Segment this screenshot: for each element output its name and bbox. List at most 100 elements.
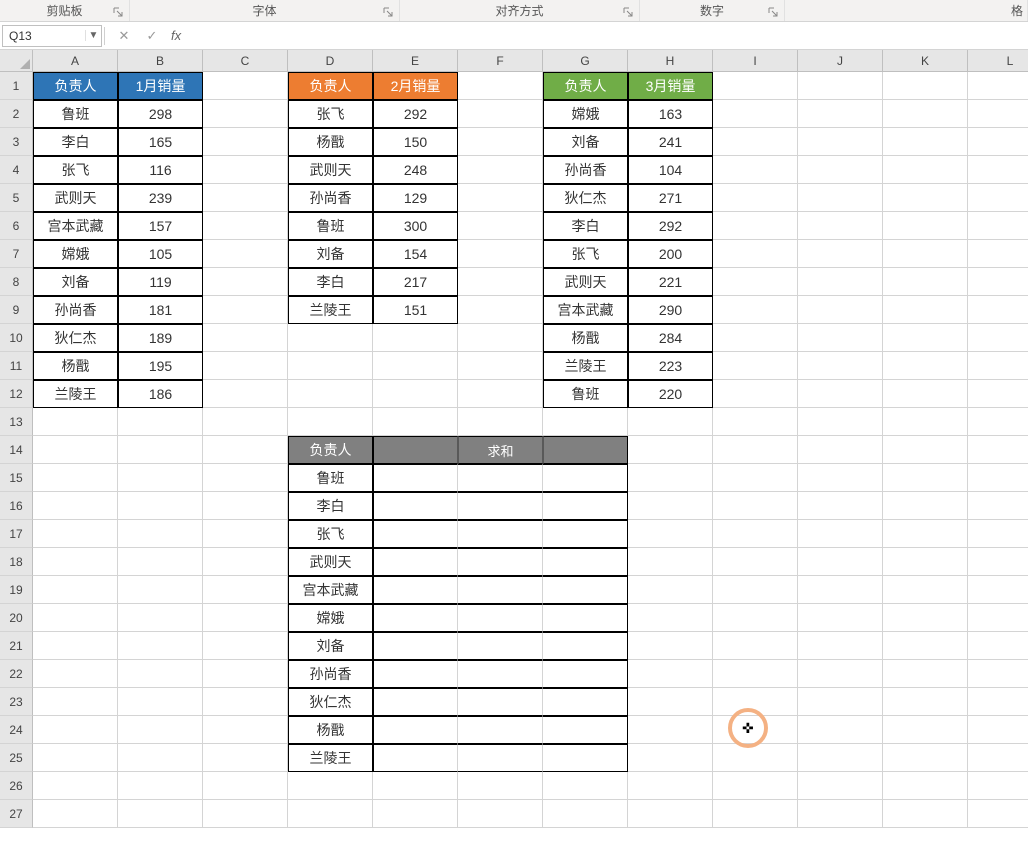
cell[interactable]: [203, 744, 288, 772]
cell[interactable]: [203, 408, 288, 436]
cell[interactable]: [373, 436, 458, 464]
cell[interactable]: [713, 688, 798, 716]
cell[interactable]: [883, 464, 968, 492]
cell[interactable]: [373, 604, 458, 632]
cell[interactable]: [203, 72, 288, 100]
row-header[interactable]: 4: [0, 156, 33, 184]
cell[interactable]: [798, 716, 883, 744]
cell[interactable]: [203, 464, 288, 492]
cell[interactable]: [968, 660, 1028, 688]
cell[interactable]: [798, 296, 883, 324]
cell[interactable]: 104: [628, 156, 713, 184]
row-header[interactable]: 16: [0, 492, 33, 520]
cell[interactable]: 武则天: [543, 268, 628, 296]
cell[interactable]: [543, 632, 628, 660]
cell[interactable]: [203, 268, 288, 296]
cell[interactable]: [203, 296, 288, 324]
row-headers[interactable]: 1234567891011121314151617181920212223242…: [0, 72, 33, 828]
cell[interactable]: [458, 772, 543, 800]
cell[interactable]: [713, 576, 798, 604]
cell[interactable]: [458, 324, 543, 352]
cell[interactable]: [883, 492, 968, 520]
cell[interactable]: [883, 380, 968, 408]
cell[interactable]: [118, 744, 203, 772]
cell[interactable]: 刘备: [33, 268, 118, 296]
cell[interactable]: 284: [628, 324, 713, 352]
row-header[interactable]: 17: [0, 520, 33, 548]
cell[interactable]: [968, 380, 1028, 408]
cell[interactable]: [883, 576, 968, 604]
formula-input[interactable]: [191, 25, 1028, 47]
name-box-dropdown[interactable]: ▼: [85, 30, 101, 41]
row-header[interactable]: 21: [0, 632, 33, 660]
cell[interactable]: [798, 436, 883, 464]
cell[interactable]: [118, 436, 203, 464]
cell[interactable]: [373, 744, 458, 772]
cell[interactable]: 241: [628, 128, 713, 156]
cell[interactable]: [203, 352, 288, 380]
cell[interactable]: 孙尚香: [543, 156, 628, 184]
cell[interactable]: 239: [118, 184, 203, 212]
cell[interactable]: [203, 380, 288, 408]
cell[interactable]: 186: [118, 380, 203, 408]
cell[interactable]: 兰陵王: [288, 744, 373, 772]
cell[interactable]: [543, 436, 628, 464]
cell[interactable]: [968, 184, 1028, 212]
cell[interactable]: [203, 436, 288, 464]
cell[interactable]: [798, 240, 883, 268]
row-header[interactable]: 9: [0, 296, 33, 324]
cell[interactable]: 157: [118, 212, 203, 240]
row-header[interactable]: 27: [0, 800, 33, 828]
cell[interactable]: [33, 660, 118, 688]
cell[interactable]: [798, 660, 883, 688]
row-header[interactable]: 18: [0, 548, 33, 576]
cell[interactable]: [118, 660, 203, 688]
cell[interactable]: [883, 660, 968, 688]
cell[interactable]: [543, 744, 628, 772]
cell[interactable]: [883, 268, 968, 296]
cell[interactable]: 220: [628, 380, 713, 408]
cell[interactable]: [118, 520, 203, 548]
cell[interactable]: [883, 548, 968, 576]
cell[interactable]: [713, 716, 798, 744]
cell[interactable]: 150: [373, 128, 458, 156]
cell[interactable]: [203, 660, 288, 688]
cell[interactable]: [713, 604, 798, 632]
cell[interactable]: [203, 576, 288, 604]
cell[interactable]: [968, 772, 1028, 800]
cell[interactable]: [203, 240, 288, 268]
cell[interactable]: [883, 604, 968, 632]
cell[interactable]: [458, 716, 543, 744]
cell[interactable]: [883, 184, 968, 212]
cell[interactable]: [883, 716, 968, 744]
cell[interactable]: [373, 688, 458, 716]
cell[interactable]: [628, 492, 713, 520]
cell[interactable]: [713, 436, 798, 464]
cell[interactable]: [968, 268, 1028, 296]
cell[interactable]: [798, 548, 883, 576]
cell[interactable]: [968, 520, 1028, 548]
cell[interactable]: [373, 464, 458, 492]
cell[interactable]: [798, 576, 883, 604]
cell[interactable]: [883, 408, 968, 436]
cell[interactable]: [968, 800, 1028, 828]
cell[interactable]: [458, 296, 543, 324]
cell[interactable]: 狄仁杰: [33, 324, 118, 352]
cell[interactable]: [33, 688, 118, 716]
row-header[interactable]: 20: [0, 604, 33, 632]
cell[interactable]: [628, 688, 713, 716]
name-box[interactable]: Q13 ▼: [2, 25, 102, 47]
cell[interactable]: [203, 212, 288, 240]
cell[interactable]: 张飞: [543, 240, 628, 268]
cell[interactable]: [118, 548, 203, 576]
cell[interactable]: [628, 744, 713, 772]
cell[interactable]: [458, 520, 543, 548]
cell[interactable]: [968, 464, 1028, 492]
cell[interactable]: 李白: [33, 128, 118, 156]
cell[interactable]: 武则天: [33, 184, 118, 212]
cell[interactable]: [118, 632, 203, 660]
cell[interactable]: [713, 744, 798, 772]
column-header[interactable]: K: [883, 50, 968, 72]
cell[interactable]: [968, 240, 1028, 268]
cell[interactable]: [628, 632, 713, 660]
